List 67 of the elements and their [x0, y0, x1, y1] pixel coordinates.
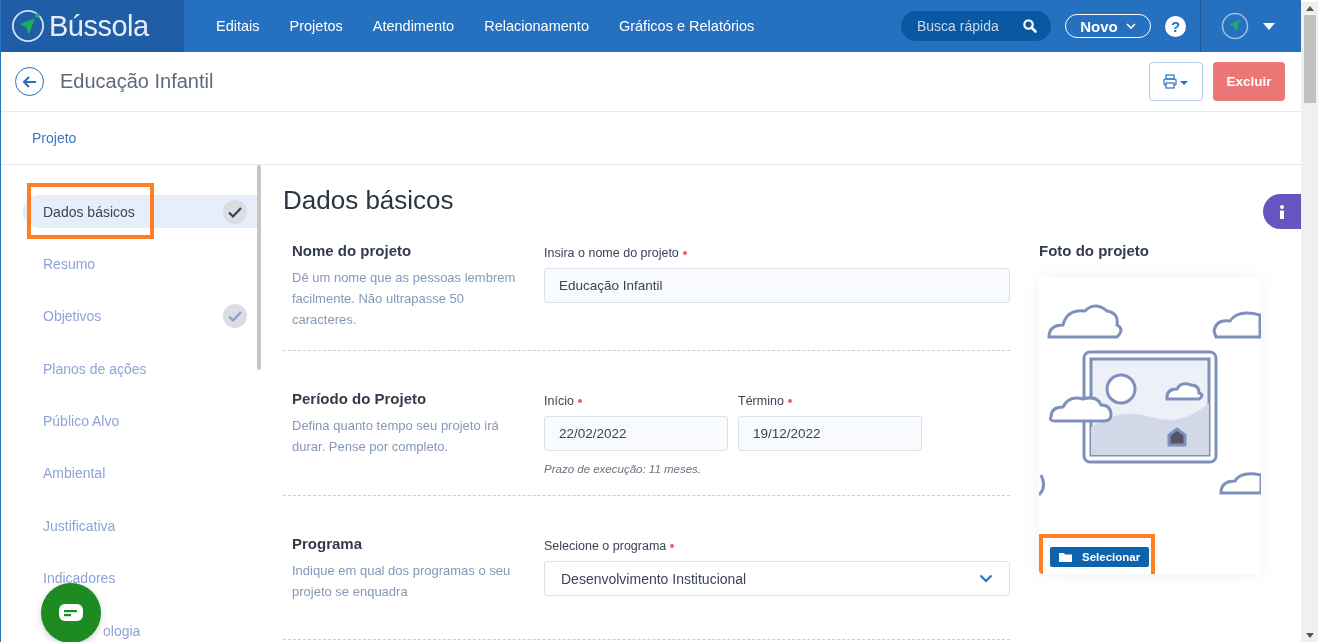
sidebar-item-label: Ambiental	[43, 465, 106, 482]
scroll-up-icon[interactable]	[1305, 6, 1314, 11]
select-photo-button[interactable]: Selecionar	[1050, 547, 1150, 567]
field-label: Selecione o programa	[544, 539, 667, 553]
sidebar-item-label: Objetivos	[43, 308, 102, 325]
compass-logo-icon	[11, 9, 45, 43]
arrow-left-icon	[22, 75, 37, 88]
input-field[interactable]: Educação Infantil	[544, 268, 1010, 303]
sidebar-item[interactable]: ologia	[23, 614, 257, 642]
scrollbar[interactable]	[1301, 2, 1318, 642]
sidebar-item-label: Planos de ações	[43, 360, 147, 377]
delete-button[interactable]: Excluir	[1213, 62, 1285, 101]
scrollbar-thumb[interactable]	[1303, 15, 1316, 103]
section-heading: Dados básicos	[283, 185, 454, 216]
nav-link[interactable]: Projetos	[289, 18, 343, 34]
sidebar-item-label: Indicadores	[43, 570, 116, 587]
scrollbar-thumb[interactable]	[257, 165, 261, 370]
sidebar-item-label: Dados básicos	[43, 203, 135, 220]
quick-search-field[interactable]: Busca rápida	[901, 11, 1051, 41]
section-description: Defina quanto tempo seu projeto irá durar. Pense por completo.	[292, 417, 500, 456]
tab[interactable]: Projeto	[32, 130, 77, 146]
sidebar-item-label: ologia	[102, 622, 141, 639]
date-field[interactable]: 19/12/2022	[738, 416, 922, 451]
nav-link[interactable]: Gráficos e Relatórios	[618, 18, 755, 34]
sidebar-item-label: Resumo	[43, 255, 96, 272]
sidebar-item[interactable]: Público Alvo	[23, 404, 257, 438]
chevron-down-icon	[1125, 22, 1136, 30]
page-title: Educação Infantil	[60, 70, 214, 93]
info-button[interactable]	[1263, 194, 1301, 229]
sidebar-item[interactable]: Objetivos	[23, 299, 257, 333]
folder-icon	[1059, 552, 1072, 562]
printer-icon	[1163, 73, 1189, 90]
field-label: Início	[544, 394, 574, 408]
sidebar-item[interactable]: Resumo	[23, 247, 257, 281]
info-icon	[1279, 204, 1285, 219]
nav-link[interactable]: Atendimento	[372, 18, 455, 34]
chat-icon	[58, 603, 84, 623]
sidebar-item[interactable]: Ambiental	[23, 456, 257, 490]
sidebar-item[interactable]: Justificativa	[23, 509, 257, 543]
field-label: Término	[738, 394, 784, 408]
sidebar-item[interactable]: Planos de ações	[23, 352, 257, 386]
section-title: Programa	[292, 535, 364, 552]
back-button[interactable]	[15, 67, 44, 96]
field-label: Insira o nome do projeto	[544, 246, 679, 260]
help-button[interactable]: ?	[1165, 15, 1186, 37]
sidebar-item[interactable]: Dados básicos	[23, 195, 257, 228]
user-avatar-icon[interactable]	[1221, 12, 1249, 40]
scroll-down-icon[interactable]	[1305, 633, 1314, 638]
sidebar-item-label: Público Alvo	[43, 413, 120, 430]
section-description: Dê um nome que as pessoas lembrem facilmente. Não ultrapasse 50 caracteres.	[292, 269, 517, 329]
nav-link[interactable]: Relacionamento	[484, 18, 589, 34]
chat-button[interactable]	[41, 583, 101, 642]
brand-name[interactable]: Bússola	[49, 9, 149, 43]
caret-down-icon[interactable]	[1263, 22, 1275, 30]
section-title: Período do Projeto	[292, 390, 428, 407]
chevron-down-icon	[979, 574, 993, 583]
section-description: Indique em qual dos programas o seu projeto se enquadra	[292, 562, 512, 601]
section-title: Nome do projeto	[292, 242, 413, 259]
sidebar-item-label: Justificativa	[43, 517, 116, 534]
duration-note: Prazo de execução: 11 meses.	[544, 463, 703, 475]
date-field[interactable]: 22/02/2022	[544, 416, 728, 451]
sidebar-item[interactable]: Indicadores	[23, 561, 257, 595]
print-dropdown-button[interactable]	[1149, 62, 1203, 101]
photo-title: Foto do projeto	[1039, 242, 1150, 259]
search-icon	[1023, 19, 1037, 33]
nav-link[interactable]: Editais	[216, 18, 260, 34]
program-select[interactable]: Desenvolvimento Institucional	[544, 561, 1010, 596]
